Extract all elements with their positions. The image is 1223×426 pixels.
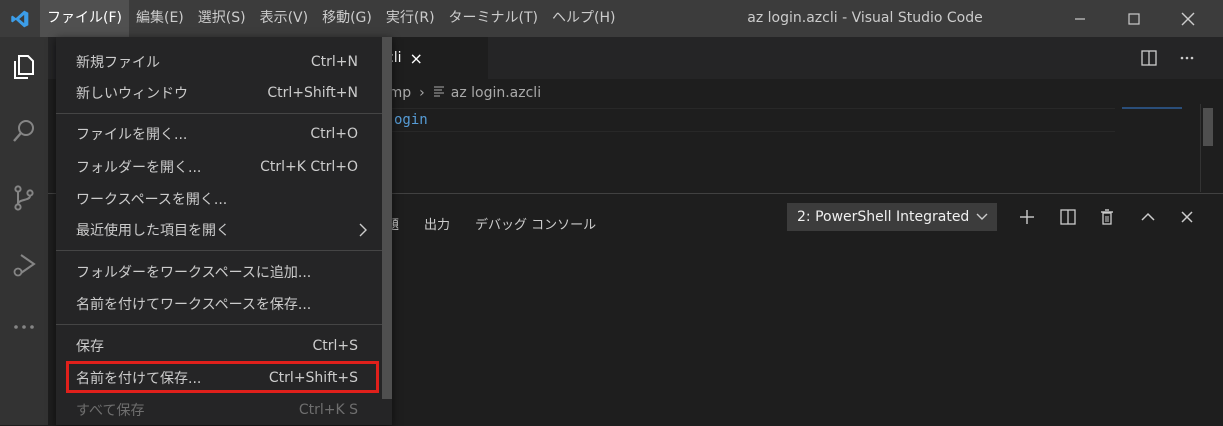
menu-item-open-workspace[interactable]: ワークスペースを開く... bbox=[56, 184, 382, 214]
menu-item-save-all[interactable]: すべて保存 Ctrl+K S bbox=[56, 395, 382, 425]
search-icon[interactable] bbox=[0, 107, 48, 155]
split-terminal-icon[interactable] bbox=[1054, 203, 1082, 231]
menu-item-save[interactable]: 保存 Ctrl+S bbox=[56, 331, 382, 361]
menu-go[interactable]: 移動(G) bbox=[315, 0, 379, 37]
menu-file[interactable]: ファイル(F) bbox=[40, 0, 129, 37]
file-lines-icon bbox=[433, 85, 445, 101]
editor-actions bbox=[1136, 37, 1200, 79]
files-icon[interactable] bbox=[0, 43, 48, 91]
editor-scrollbar-thumb[interactable] bbox=[1203, 108, 1213, 146]
panel-tab-debug-console[interactable]: デバッグ コンソール bbox=[475, 214, 596, 233]
breadcrumb: emp › az login.azcli bbox=[380, 82, 541, 104]
menu-item-new-window[interactable]: 新しいウィンドウ Ctrl+Shift+N bbox=[56, 78, 382, 108]
title-bar: ファイル(F) 編集(E) 選択(S) 表示(V) 移動(G) 実行(R) ター… bbox=[0, 0, 1223, 37]
highlight-annotation bbox=[66, 361, 379, 393]
trash-icon[interactable] bbox=[1093, 203, 1121, 231]
chevron-right-icon bbox=[356, 222, 370, 242]
menu-separator bbox=[56, 324, 382, 325]
maximize-panel-icon[interactable] bbox=[1134, 203, 1162, 231]
more-icon[interactable] bbox=[0, 303, 48, 351]
menu-bar: ファイル(F) 編集(E) 選択(S) 表示(V) 移動(G) 実行(R) ター… bbox=[40, 0, 622, 37]
maximize-icon[interactable] bbox=[1109, 0, 1159, 37]
close-icon[interactable] bbox=[1163, 0, 1213, 37]
menu-view[interactable]: 表示(V) bbox=[253, 0, 316, 37]
menu-selection[interactable]: 選択(S) bbox=[191, 0, 253, 37]
menu-item-open-file[interactable]: ファイルを開く... Ctrl+O bbox=[56, 119, 382, 149]
panel-tab-output[interactable]: 出力 bbox=[424, 214, 450, 233]
menu-separator bbox=[56, 113, 382, 114]
minimap-line bbox=[1122, 107, 1182, 109]
menu-help[interactable]: ヘルプ(H) bbox=[545, 0, 622, 37]
split-editor-icon[interactable] bbox=[1136, 45, 1162, 71]
menu-item-new-file[interactable]: 新規ファイル Ctrl+N bbox=[56, 47, 382, 77]
menu-scrollbar[interactable] bbox=[382, 37, 392, 399]
menu-run[interactable]: 実行(R) bbox=[379, 0, 442, 37]
breadcrumb-separator: › bbox=[419, 85, 425, 101]
menu-separator bbox=[56, 250, 382, 251]
more-actions-icon[interactable] bbox=[1174, 45, 1200, 71]
add-terminal-icon[interactable] bbox=[1013, 203, 1041, 231]
activity-bar bbox=[0, 37, 48, 425]
menu-item-save-workspace-as[interactable]: 名前を付けてワークスペースを保存... bbox=[56, 289, 382, 319]
minimize-icon[interactable] bbox=[1055, 0, 1105, 37]
terminal-select-value: 2: PowerShell Integrated bbox=[797, 209, 970, 225]
menu-item-open-folder[interactable]: フォルダーを開く... Ctrl+K Ctrl+O bbox=[56, 152, 382, 182]
code-line[interactable]: ogin bbox=[380, 108, 1115, 132]
close-panel-icon[interactable] bbox=[1173, 203, 1201, 231]
menu-edit[interactable]: 編集(E) bbox=[129, 0, 191, 37]
menu-item-open-recent[interactable]: 最近使用した項目を開く bbox=[56, 215, 382, 245]
breadcrumb-file[interactable]: az login.azcli bbox=[451, 85, 541, 101]
run-debug-icon[interactable] bbox=[0, 241, 48, 289]
menu-terminal[interactable]: ターミナル(T) bbox=[442, 0, 545, 37]
chevron-down-icon bbox=[975, 209, 989, 227]
window-title: az login.azcli - Visual Studio Code bbox=[747, 10, 983, 26]
vscode-logo-icon bbox=[0, 0, 40, 37]
source-control-icon[interactable] bbox=[0, 174, 48, 222]
menu-item-add-folder-to-workspace[interactable]: フォルダーをワークスペースに追加... bbox=[56, 257, 382, 287]
terminal-select[interactable]: 2: PowerShell Integrated bbox=[787, 203, 997, 231]
tab-az-login[interactable]: cli × bbox=[378, 37, 488, 79]
tab-close-icon[interactable]: × bbox=[409, 49, 422, 68]
